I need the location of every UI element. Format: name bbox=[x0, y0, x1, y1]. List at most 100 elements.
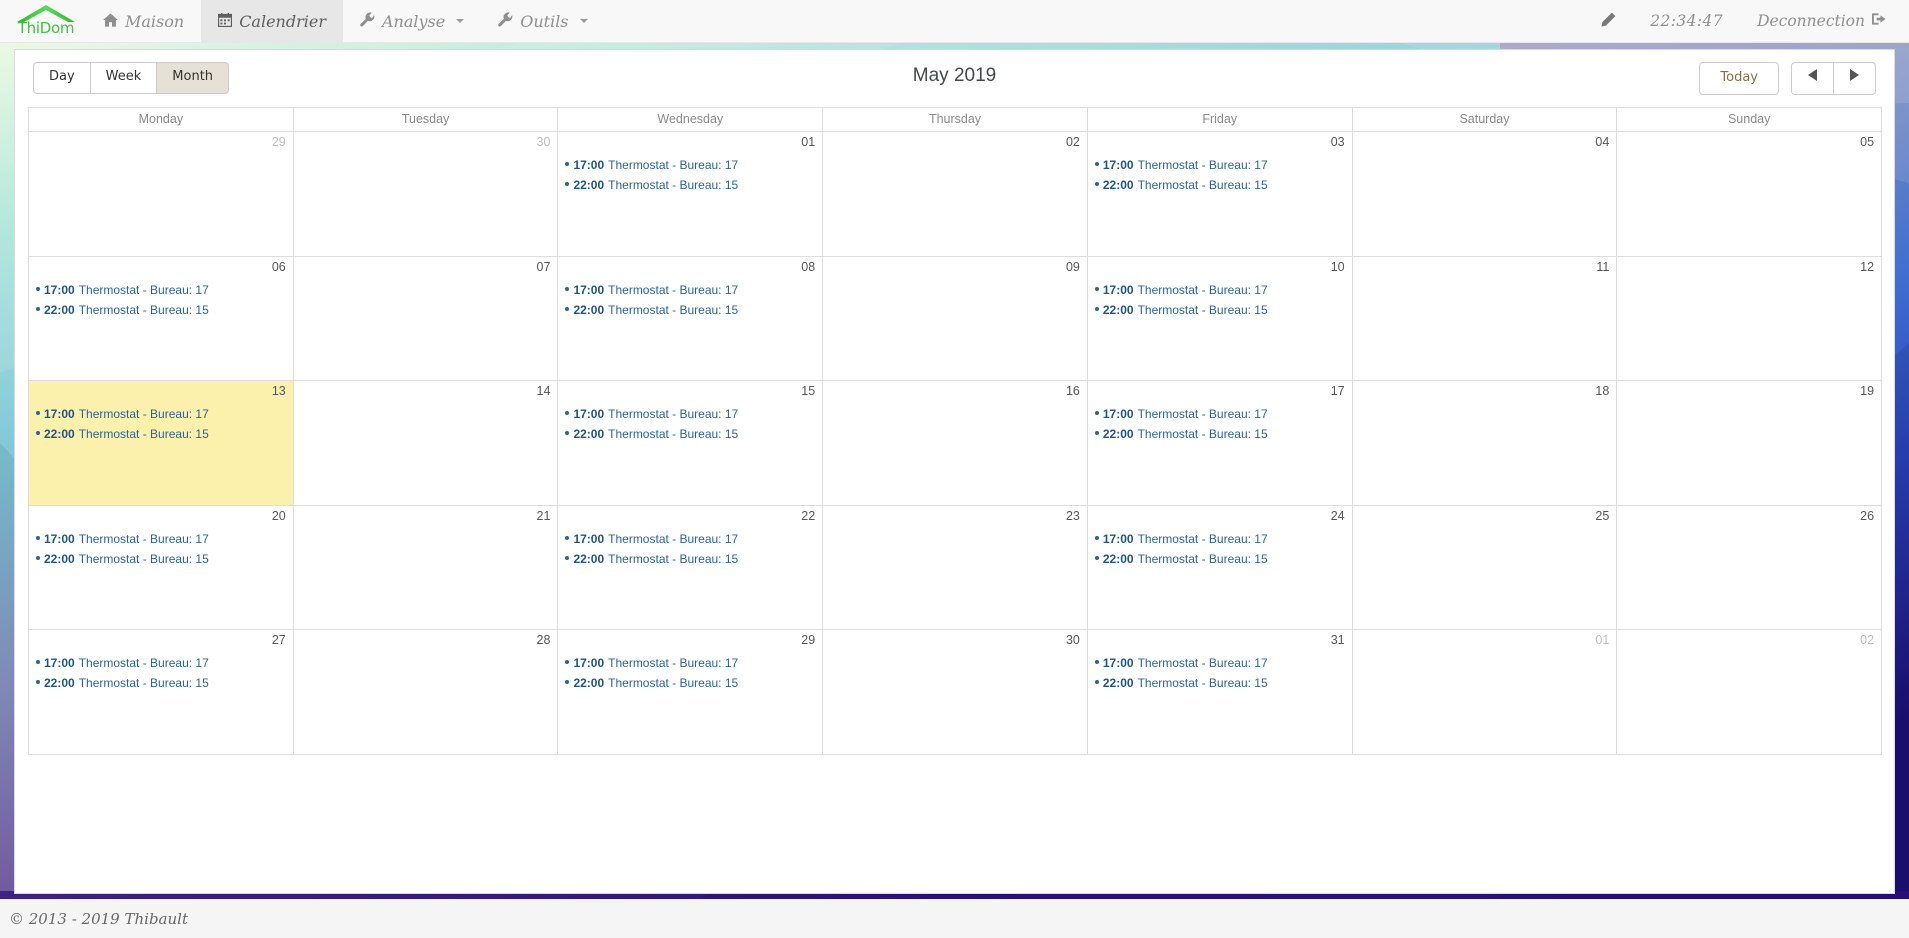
logout-label: Deconnection bbox=[1757, 12, 1865, 30]
prev-month-button[interactable] bbox=[1791, 62, 1833, 95]
day-cell-29[interactable]: 29 bbox=[29, 132, 294, 257]
day-cell-23[interactable]: 23 bbox=[823, 505, 1088, 630]
calendar-event[interactable]: 17:00 Thermostat - Bureau: 17 bbox=[29, 280, 293, 300]
day-cell-11[interactable]: 11 bbox=[1352, 256, 1618, 381]
day-events bbox=[1617, 400, 1881, 404]
day-number: 22 bbox=[801, 508, 816, 523]
calendar-event[interactable]: 22:00 Thermostat - Bureau: 15 bbox=[29, 300, 293, 320]
day-events bbox=[1617, 276, 1881, 280]
event-title: Thermostat - Bureau: 15 bbox=[608, 302, 739, 317]
event-time: 17:00 bbox=[1102, 282, 1134, 297]
calendar-event[interactable]: 22:00 Thermostat - Bureau: 15 bbox=[29, 424, 293, 444]
day-cell-09[interactable]: 09 bbox=[823, 256, 1088, 381]
calendar-event[interactable]: 22:00 Thermostat - Bureau: 15 bbox=[29, 549, 293, 569]
day-cell-27[interactable]: 27 17:00 Thermostat - Bureau: 17 22:00 Therm… bbox=[29, 630, 294, 755]
calendar-event[interactable]: 22:00 Thermostat - Bureau: 15 bbox=[558, 673, 822, 693]
day-events bbox=[823, 649, 1087, 653]
calendar-event[interactable]: 22:00 Thermostat - Bureau: 15 bbox=[29, 673, 293, 693]
event-title: Thermostat - Bureau: 17 bbox=[608, 407, 739, 421]
page-body: Day Week Month May 2019 Today Monday Tue… bbox=[0, 43, 1909, 938]
brand-logo[interactable]: ThiDom bbox=[0, 0, 86, 42]
calendar-event[interactable]: 22:00 Thermostat - Bureau: 15 bbox=[1088, 300, 1352, 320]
calendar-event[interactable]: 17:00 Thermostat - Bureau: 17 bbox=[558, 280, 822, 300]
day-cell-06[interactable]: 06 17:00 Thermostat - Bureau: 17 22:00 Therm… bbox=[29, 256, 294, 381]
day-cell-10[interactable]: 10 17:00 Thermostat - Bureau: 17 22:00 Therm… bbox=[1087, 256, 1353, 381]
calendar-event[interactable]: 17:00 Thermostat - Bureau: 17 bbox=[558, 155, 822, 175]
day-cell-13[interactable]: 13 17:00 Thermostat - Bureau: 17 22:00 Therm… bbox=[29, 381, 294, 506]
day-cell-08[interactable]: 08 17:00 Thermostat - Bureau: 17 22:00 Therm… bbox=[558, 256, 824, 381]
calendar-event[interactable]: 22:00 Thermostat - Bureau: 15 bbox=[1088, 549, 1352, 569]
next-month-button[interactable] bbox=[1833, 62, 1876, 95]
pencil-icon[interactable] bbox=[1601, 12, 1616, 31]
day-cell-03[interactable]: 03 17:00 Thermostat - Bureau: 17 22:00 Therm… bbox=[1087, 132, 1353, 257]
day-number: 05 bbox=[1860, 135, 1875, 149]
day-number: 29 bbox=[271, 135, 286, 149]
day-events: 17:00 Thermostat - Bureau: 17 22:00 Thermos… bbox=[1088, 151, 1352, 195]
event-dot-icon bbox=[1094, 182, 1099, 186]
day-cell-22[interactable]: 22 17:00 Thermostat - Bureau: 17 22:00 Therm… bbox=[558, 505, 824, 630]
calendar-event[interactable]: 22:00 Thermostat - Bureau: 15 bbox=[558, 424, 822, 444]
day-cell-30[interactable]: 30 bbox=[823, 630, 1088, 755]
event-title: Thermostat - Bureau: 15 bbox=[608, 178, 739, 192]
event-time: 17:00 bbox=[44, 656, 75, 670]
day-cell-15[interactable]: 15 17:00 Thermostat - Bureau: 17 22:00 Therm… bbox=[558, 381, 824, 506]
day-cell-02[interactable]: 02 bbox=[823, 132, 1088, 257]
day-cell-05[interactable]: 05 bbox=[1617, 132, 1883, 257]
calendar-event[interactable]: 22:00 Thermostat - Bureau: 15 bbox=[1088, 175, 1352, 195]
event-time: 22:00 bbox=[573, 551, 605, 566]
day-cell-04[interactable]: 04 bbox=[1352, 132, 1618, 257]
event-title: Thermostat - Bureau: 17 bbox=[78, 407, 209, 421]
day-cell-02[interactable]: 02 bbox=[1617, 630, 1883, 755]
day-cell-26[interactable]: 26 bbox=[1617, 505, 1883, 630]
nav-item-analyse[interactable]: Analyse bbox=[343, 0, 481, 42]
calendar-event[interactable]: 17:00 Thermostat - Bureau: 17 bbox=[29, 404, 293, 424]
calendar-event[interactable]: 17:00 Thermostat - Bureau: 17 bbox=[558, 529, 822, 549]
calendar-event[interactable]: 22:00 Thermostat - Bureau: 15 bbox=[1088, 424, 1352, 444]
day-cell-12[interactable]: 12 bbox=[1617, 256, 1883, 381]
day-events bbox=[294, 400, 558, 404]
calendar-event[interactable]: 22:00 Thermostat - Bureau: 15 bbox=[558, 300, 822, 320]
day-cell-31[interactable]: 31 17:00 Thermostat - Bureau: 17 22:00 Therm… bbox=[1087, 630, 1353, 755]
calendar-event[interactable]: 22:00 Thermostat - Bureau: 15 bbox=[558, 175, 822, 195]
calendar-event[interactable]: 17:00 Thermostat - Bureau: 17 bbox=[29, 653, 293, 673]
calendar-event[interactable]: 17:00 Thermostat - Bureau: 17 bbox=[1088, 280, 1352, 300]
calendar-event[interactable]: 17:00 Thermostat - Bureau: 17 bbox=[1088, 529, 1352, 549]
day-cell-21[interactable]: 21 bbox=[293, 505, 559, 630]
calendar-event[interactable]: 22:00 Thermostat - Bureau: 15 bbox=[1088, 673, 1352, 693]
nav-item-calendrier[interactable]: Calendrier bbox=[201, 0, 343, 42]
event-title: Thermostat - Bureau: 15 bbox=[608, 551, 739, 566]
day-cell-29[interactable]: 29 17:00 Thermostat - Bureau: 17 22:00 Therm… bbox=[558, 630, 824, 755]
event-time: 22:00 bbox=[1102, 427, 1134, 441]
event-title: Thermostat - Bureau: 15 bbox=[78, 302, 209, 317]
calendar-event[interactable]: 17:00 Thermostat - Bureau: 17 bbox=[1088, 404, 1352, 424]
nav-item-maison[interactable]: Maison bbox=[86, 0, 201, 42]
day-cell-25[interactable]: 25 bbox=[1352, 505, 1618, 630]
day-cell-14[interactable]: 14 bbox=[293, 381, 559, 506]
day-cell-24[interactable]: 24 17:00 Thermostat - Bureau: 17 22:00 Therm… bbox=[1087, 505, 1353, 630]
calendar-event[interactable]: 17:00 Thermostat - Bureau: 17 bbox=[558, 404, 822, 424]
day-cell-30[interactable]: 30 bbox=[293, 132, 559, 257]
day-cell-01[interactable]: 01 bbox=[1352, 630, 1618, 755]
calendar-event[interactable]: 17:00 Thermostat - Bureau: 17 bbox=[1088, 155, 1352, 175]
day-cell-01[interactable]: 01 17:00 Thermostat - Bureau: 17 22:00 Therm… bbox=[558, 132, 824, 257]
event-title: Thermostat - Bureau: 15 bbox=[78, 427, 209, 441]
day-cell-18[interactable]: 18 bbox=[1352, 381, 1618, 506]
nav-item-outils[interactable]: Outils bbox=[481, 0, 604, 42]
day-cell-20[interactable]: 20 17:00 Thermostat - Bureau: 17 22:00 Therm… bbox=[29, 505, 294, 630]
day-cell-28[interactable]: 28 bbox=[293, 630, 559, 755]
day-number: 25 bbox=[1595, 508, 1610, 523]
calendar-icon bbox=[218, 12, 233, 30]
day-cell-07[interactable]: 07 bbox=[293, 256, 559, 381]
day-cell-16[interactable]: 16 bbox=[823, 381, 1088, 506]
day-cell-17[interactable]: 17 17:00 Thermostat - Bureau: 17 22:00 Therm… bbox=[1087, 381, 1353, 506]
calendar-event[interactable]: 17:00 Thermostat - Bureau: 17 bbox=[1088, 653, 1352, 673]
event-time: 22:00 bbox=[573, 302, 605, 317]
calendar-event[interactable]: 17:00 Thermostat - Bureau: 17 bbox=[29, 529, 293, 549]
event-dot-icon bbox=[565, 680, 570, 684]
event-dot-icon bbox=[1094, 411, 1099, 415]
calendar-event[interactable]: 17:00 Thermostat - Bureau: 17 bbox=[558, 653, 822, 673]
logout-button[interactable]: Deconnection bbox=[1757, 12, 1887, 30]
day-cell-19[interactable]: 19 bbox=[1617, 381, 1883, 506]
today-button[interactable]: Today bbox=[1699, 62, 1779, 95]
calendar-event[interactable]: 22:00 Thermostat - Bureau: 15 bbox=[558, 549, 822, 569]
